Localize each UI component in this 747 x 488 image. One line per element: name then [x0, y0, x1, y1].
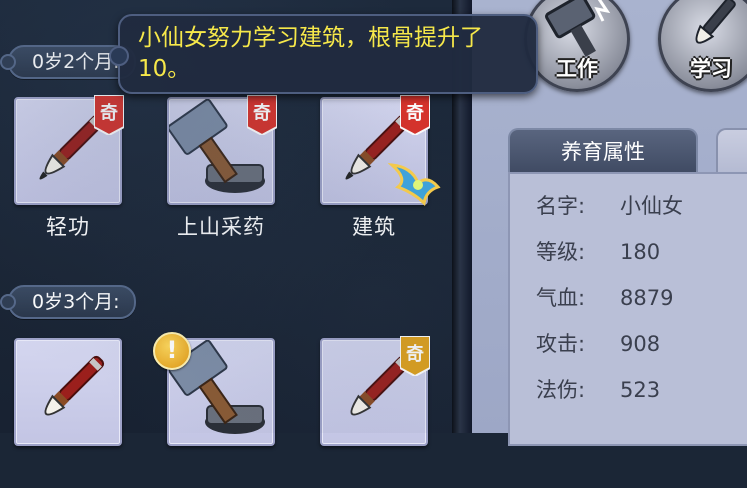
attribute-list: 名字: 小仙女 等级: 180 气血: 8879 攻击: 908 法伤: 523: [508, 172, 747, 446]
alert-icon: !: [153, 332, 191, 370]
attr-row-attack: 攻击: 908: [536, 332, 661, 356]
qi-badge: 奇: [246, 94, 278, 137]
hammer-icon: [545, 0, 611, 57]
skill-slot-row2-2[interactable]: !: [153, 332, 275, 488]
brush-icon: [44, 355, 105, 416]
skill-slot-qinggong[interactable]: 奇 轻功: [14, 94, 125, 247]
qi-badge: 奇: [93, 94, 125, 137]
attr-row-name: 名字: 小仙女: [536, 194, 683, 218]
study-button[interactable]: 学习: [658, 0, 747, 92]
skill-name: 建筑: [352, 215, 396, 239]
section-label-month-3: 0岁3个月:: [0, 285, 136, 319]
skill-slot-row2-3[interactable]: 奇: [320, 335, 431, 488]
skill-slot-gather-herbs[interactable]: 奇 上山采药: [167, 94, 278, 247]
notification-tooltip: 小仙女努力学习建筑，根骨提升了10。: [109, 14, 538, 94]
tab-other[interactable]: [716, 128, 747, 174]
skill-card[interactable]: [14, 338, 122, 446]
skill-name: 上山采药: [177, 215, 265, 239]
qi-badge: 奇: [399, 94, 431, 137]
brush-icon: [695, 0, 736, 44]
attr-row-level: 等级: 180: [536, 240, 661, 264]
tab-nurture-attributes[interactable]: 养育属性: [508, 128, 698, 174]
work-button[interactable]: 工作: [524, 0, 630, 92]
skill-name: 轻功: [46, 215, 90, 239]
attr-row-hp: 气血: 8879: [536, 286, 674, 310]
skill-slot-architecture[interactable]: 奇 建筑: [320, 94, 441, 247]
sparkle-effect-icon: [388, 163, 441, 207]
attr-row-magic-damage: 法伤: 523: [536, 378, 661, 402]
skill-slot-row2-1[interactable]: [14, 338, 122, 488]
qi-badge-gold: 奇: [399, 335, 431, 378]
